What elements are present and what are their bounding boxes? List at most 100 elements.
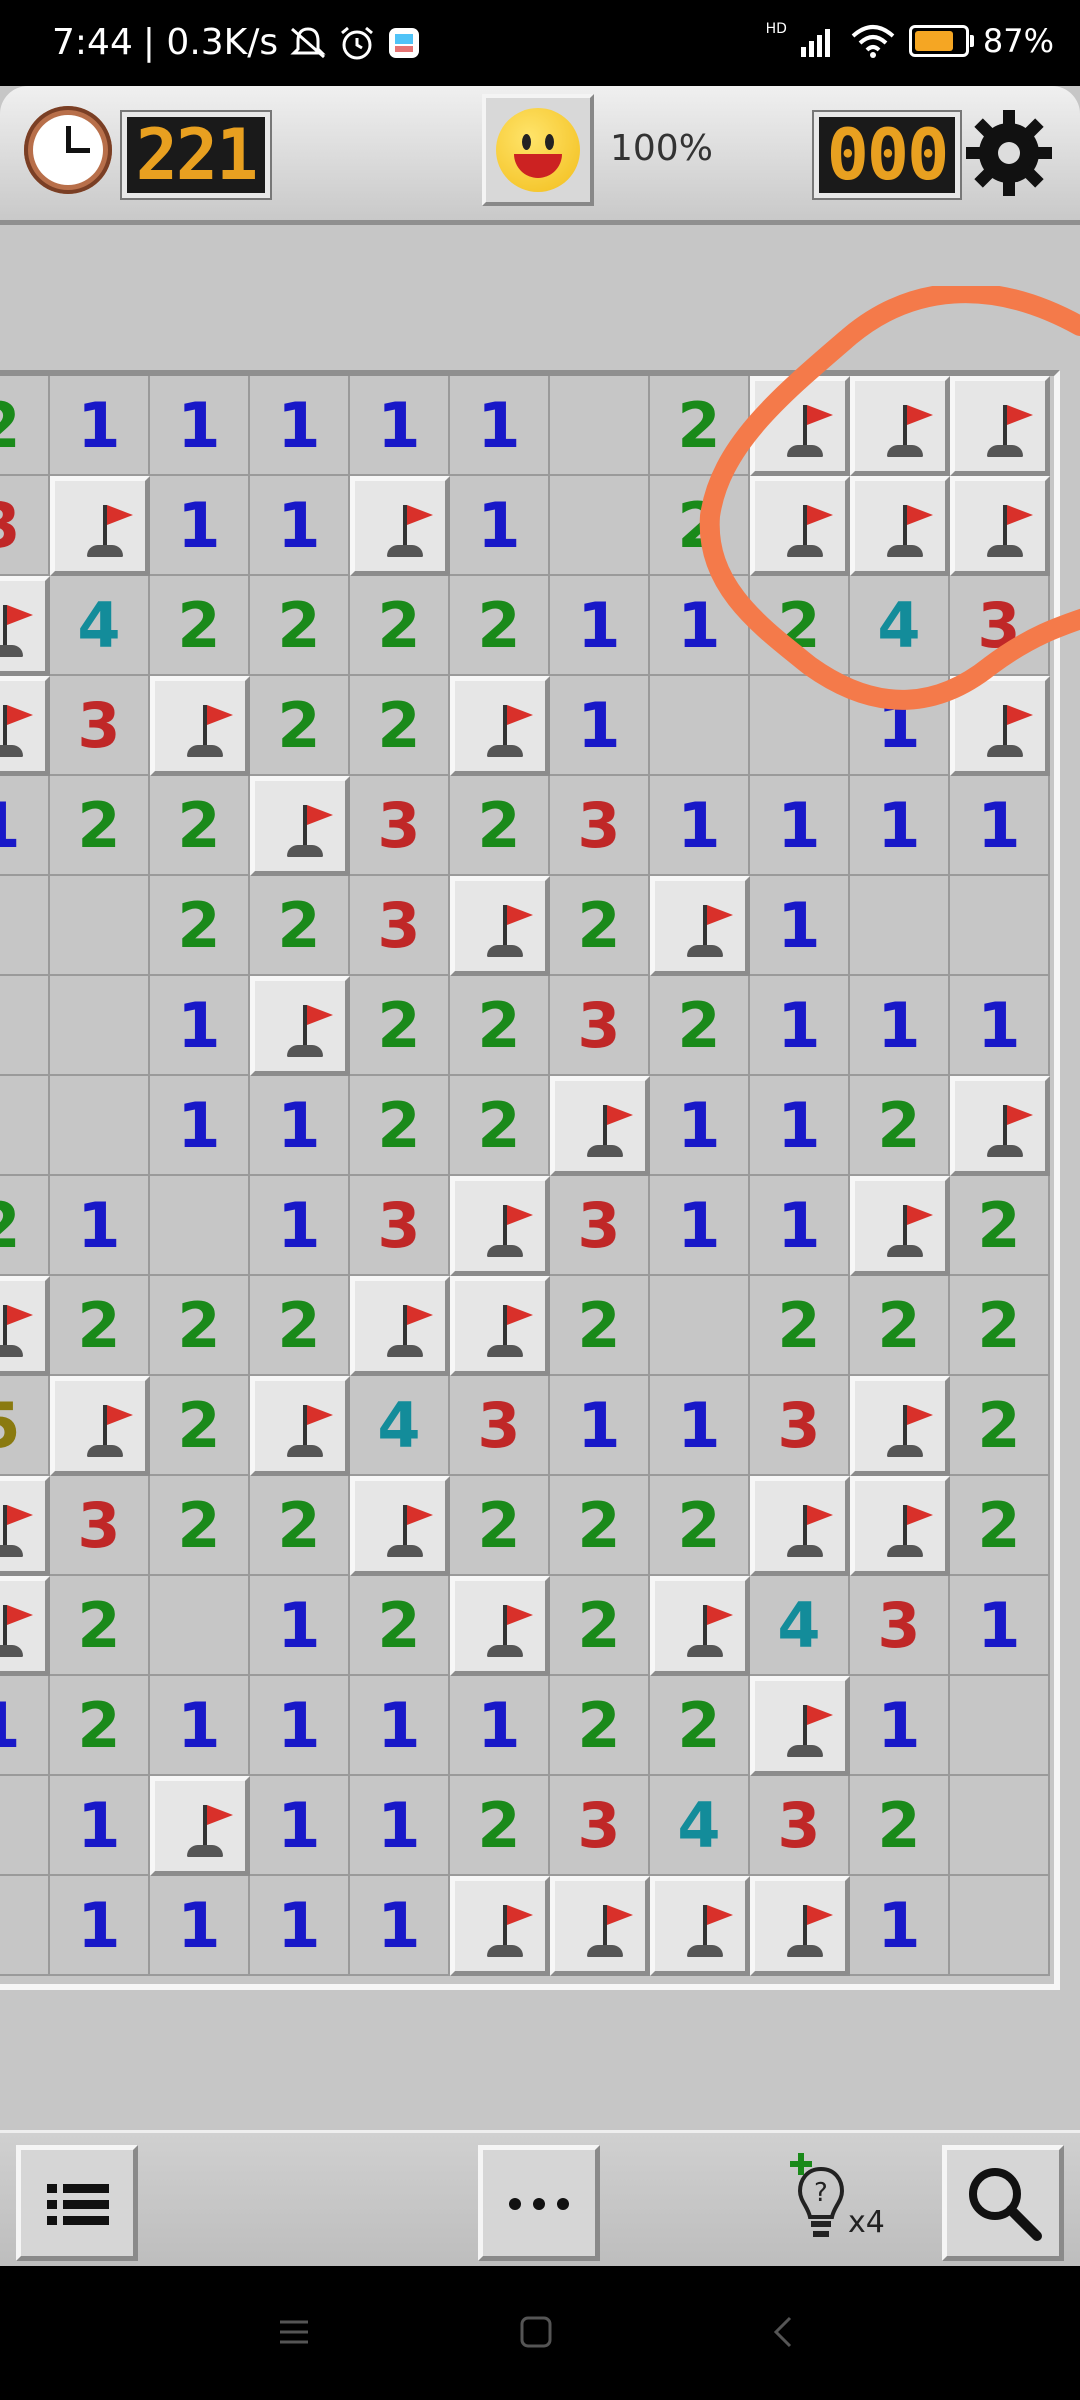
number-cell[interactable]: 2 <box>250 1476 350 1576</box>
number-cell[interactable]: 1 <box>650 1176 750 1276</box>
flagged-cell[interactable] <box>650 1876 750 1976</box>
number-cell[interactable]: 4 <box>50 576 150 676</box>
number-cell[interactable]: 2 <box>950 1176 1050 1276</box>
number-cell[interactable]: 1 <box>650 1076 750 1176</box>
flagged-cell[interactable] <box>750 1476 850 1576</box>
number-cell[interactable]: 1 <box>450 476 550 576</box>
number-cell[interactable]: 2 <box>0 1176 50 1276</box>
number-cell[interactable]: 2 <box>150 1476 250 1576</box>
flagged-cell[interactable] <box>950 476 1050 576</box>
number-cell[interactable]: 2 <box>150 1276 250 1376</box>
flagged-cell[interactable] <box>750 1876 850 1976</box>
number-cell[interactable]: 3 <box>850 1576 950 1676</box>
flagged-cell[interactable] <box>450 1176 550 1276</box>
number-cell[interactable]: 2 <box>650 376 750 476</box>
flagged-cell[interactable] <box>450 1576 550 1676</box>
number-cell[interactable]: 1 <box>350 1876 450 1976</box>
number-cell[interactable]: 2 <box>350 676 450 776</box>
number-cell[interactable]: 1 <box>450 1676 550 1776</box>
number-cell[interactable]: 1 <box>350 1776 450 1876</box>
number-cell[interactable]: 2 <box>950 1476 1050 1576</box>
number-cell[interactable]: 3 <box>350 876 450 976</box>
number-cell[interactable]: 3 <box>550 1176 650 1276</box>
number-cell[interactable]: 1 <box>850 676 950 776</box>
empty-cell[interactable] <box>950 876 1050 976</box>
flagged-cell[interactable] <box>450 676 550 776</box>
number-cell[interactable]: 2 <box>750 576 850 676</box>
empty-cell[interactable] <box>50 1076 150 1176</box>
flagged-cell[interactable] <box>450 1876 550 1976</box>
number-cell[interactable]: 3 <box>50 1476 150 1576</box>
empty-cell[interactable] <box>0 1876 50 1976</box>
number-cell[interactable]: 2 <box>450 776 550 876</box>
number-cell[interactable]: 1 <box>750 876 850 976</box>
number-cell[interactable]: 1 <box>550 1376 650 1476</box>
empty-cell[interactable] <box>850 876 950 976</box>
number-cell[interactable]: 1 <box>250 1876 350 1976</box>
number-cell[interactable]: 2 <box>450 1076 550 1176</box>
number-cell[interactable]: 2 <box>650 976 750 1076</box>
number-cell[interactable]: 1 <box>450 376 550 476</box>
flagged-cell[interactable] <box>950 376 1050 476</box>
number-cell[interactable]: 1 <box>650 776 750 876</box>
number-cell[interactable]: 1 <box>950 1576 1050 1676</box>
new-game-smiley-button[interactable] <box>482 94 594 206</box>
flagged-cell[interactable] <box>0 676 50 776</box>
flagged-cell[interactable] <box>350 1476 450 1576</box>
empty-cell[interactable] <box>950 1676 1050 1776</box>
empty-cell[interactable] <box>550 476 650 576</box>
number-cell[interactable]: 2 <box>850 1076 950 1176</box>
flagged-cell[interactable] <box>50 1376 150 1476</box>
flagged-cell[interactable] <box>50 476 150 576</box>
number-cell[interactable]: 2 <box>550 1576 650 1676</box>
number-cell[interactable]: 1 <box>750 1176 850 1276</box>
flagged-cell[interactable] <box>150 676 250 776</box>
number-cell[interactable]: 2 <box>250 676 350 776</box>
flagged-cell[interactable] <box>950 676 1050 776</box>
number-cell[interactable]: 1 <box>750 976 850 1076</box>
number-cell[interactable]: 1 <box>150 476 250 576</box>
number-cell[interactable]: 1 <box>350 376 450 476</box>
number-cell[interactable]: 1 <box>350 1676 450 1776</box>
number-cell[interactable]: 3 <box>450 1376 550 1476</box>
flagged-cell[interactable] <box>250 976 350 1076</box>
empty-cell[interactable] <box>0 1076 50 1176</box>
flagged-cell[interactable] <box>0 1576 50 1676</box>
number-cell[interactable]: 2 <box>850 1776 950 1876</box>
empty-cell[interactable] <box>150 1576 250 1676</box>
number-cell[interactable]: 2 <box>450 576 550 676</box>
flagged-cell[interactable] <box>850 1176 950 1276</box>
flagged-cell[interactable] <box>750 476 850 576</box>
number-cell[interactable]: 2 <box>850 1276 950 1376</box>
number-cell[interactable]: 1 <box>0 776 50 876</box>
flagged-cell[interactable] <box>750 376 850 476</box>
number-cell[interactable]: 2 <box>350 1576 450 1676</box>
number-cell[interactable]: 3 <box>750 1376 850 1476</box>
number-cell[interactable]: 1 <box>50 1176 150 1276</box>
flagged-cell[interactable] <box>0 576 50 676</box>
number-cell[interactable]: 1 <box>50 1776 150 1876</box>
number-cell[interactable]: 4 <box>350 1376 450 1476</box>
number-cell[interactable]: 1 <box>850 1676 950 1776</box>
number-cell[interactable]: 3 <box>350 1176 450 1276</box>
more-options-button[interactable] <box>478 2145 600 2261</box>
home-icon[interactable] <box>518 2314 554 2350</box>
flagged-cell[interactable] <box>350 1276 450 1376</box>
number-cell[interactable]: 2 <box>50 1676 150 1776</box>
number-cell[interactable]: 4 <box>850 576 950 676</box>
minefield-grid[interactable]: 2111112311124222211243322111223231111223… <box>0 376 1050 1976</box>
number-cell[interactable]: 3 <box>550 1776 650 1876</box>
number-cell[interactable]: 3 <box>350 776 450 876</box>
number-cell[interactable]: 2 <box>50 1576 150 1676</box>
number-cell[interactable]: 1 <box>50 1876 150 1976</box>
number-cell[interactable]: 2 <box>250 1276 350 1376</box>
empty-cell[interactable] <box>650 1276 750 1376</box>
flagged-cell[interactable] <box>0 1476 50 1576</box>
number-cell[interactable]: 2 <box>550 876 650 976</box>
number-cell[interactable]: 3 <box>550 776 650 876</box>
flagged-cell[interactable] <box>850 376 950 476</box>
number-cell[interactable]: 2 <box>450 1476 550 1576</box>
flagged-cell[interactable] <box>450 876 550 976</box>
number-cell[interactable]: 2 <box>650 1476 750 1576</box>
flagged-cell[interactable] <box>550 1876 650 1976</box>
